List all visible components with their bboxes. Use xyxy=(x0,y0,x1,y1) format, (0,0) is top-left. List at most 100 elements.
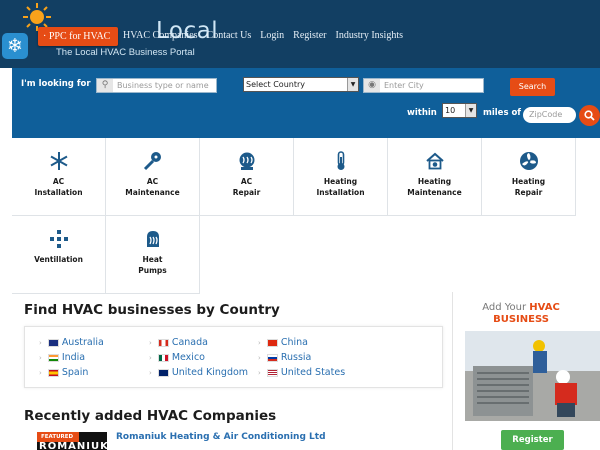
zipcode-input[interactable]: ZipCode xyxy=(523,107,576,123)
category-subtitle: Maintenance xyxy=(407,188,462,197)
category-subtitle: Repair xyxy=(232,188,261,197)
thermometer-icon xyxy=(337,151,344,170)
country-link-australia[interactable]: › Australia xyxy=(39,337,104,348)
country-name: Mexico xyxy=(171,352,205,363)
flag-russia-icon xyxy=(266,353,278,362)
flag-australia-icon xyxy=(47,338,59,347)
category-title: AC xyxy=(146,177,159,186)
business-search-input[interactable]: ⚲ Business type or name xyxy=(96,78,217,93)
flag-india-icon xyxy=(47,353,59,362)
category-title: AC xyxy=(52,177,65,186)
country-name: Canada xyxy=(171,337,208,348)
country-name: India xyxy=(61,352,86,363)
category-heating-maintenance[interactable]: Heating Maintenance xyxy=(388,138,482,216)
search-button[interactable]: Search xyxy=(510,78,555,96)
heat-pump-icon xyxy=(146,231,159,247)
within-label: within xyxy=(407,108,437,118)
wrench-fan-icon xyxy=(143,152,161,171)
flag-spain-icon xyxy=(47,368,59,377)
country-name: United States xyxy=(280,367,346,378)
snowflake-icon xyxy=(50,152,67,170)
category-title: AC xyxy=(240,177,253,186)
sidebar-divider xyxy=(452,292,453,450)
country-name: United Kingdom xyxy=(171,367,249,378)
bullet-icon: › xyxy=(39,353,42,362)
search-panel: I'm looking for ⚲ Business type or name … xyxy=(12,68,600,138)
country-link-united-kingdom[interactable]: › United Kingdom xyxy=(149,367,248,378)
category-title: Heating xyxy=(323,177,358,186)
country-name: Russia xyxy=(280,352,312,363)
category-heating-repair[interactable]: Heating Repair xyxy=(482,138,576,216)
category-subtitle: Repair xyxy=(514,188,543,197)
zip-search-button[interactable] xyxy=(579,105,600,126)
category-title: Heat xyxy=(142,255,163,264)
category-title: Heating xyxy=(417,177,452,186)
city-placeholder: Enter City xyxy=(384,81,424,90)
technician-photo xyxy=(465,331,600,421)
search-icon: ⚲ xyxy=(97,79,113,92)
category-title: Heating xyxy=(511,177,546,186)
snowflake-logo-icon: ❄ xyxy=(2,33,28,59)
featured-logo-text: ROMANIUK xyxy=(39,441,107,450)
radius-select[interactable]: 10 ▼ xyxy=(442,103,477,118)
ppc-banner[interactable]: · PPC for HVAC xyxy=(38,27,118,46)
category-heating-installation[interactable]: Heating Installation xyxy=(294,138,388,216)
nav-register[interactable]: Register xyxy=(293,30,326,41)
bullet-icon: › xyxy=(149,338,152,347)
country-link-canada[interactable]: › Canada xyxy=(149,337,208,348)
category-ac-installation[interactable]: AC Installation xyxy=(12,138,106,216)
technician-illustration xyxy=(465,331,600,421)
category-heat-pumps[interactable]: Heat Pumps xyxy=(106,216,200,294)
bullet-icon: › xyxy=(149,368,152,377)
flag-canada-icon xyxy=(157,338,169,347)
country-link-spain[interactable]: › Spain xyxy=(39,367,88,378)
country-link-russia[interactable]: › Russia xyxy=(258,352,311,363)
country-list: › Australia › Canada › China › India › M… xyxy=(24,326,443,388)
ac-unit-icon xyxy=(239,152,254,170)
country-select-value: Select Country xyxy=(246,80,306,89)
flag-uk-icon xyxy=(157,368,169,377)
add-accent-business: BUSINESS xyxy=(493,314,549,325)
category-ac-maintenance[interactable]: AC Maintenance xyxy=(106,138,200,216)
country-link-china[interactable]: › China xyxy=(258,337,308,348)
register-button[interactable]: Register xyxy=(501,430,564,450)
site-header: ❄ Local The Local HVAC Business Portal ·… xyxy=(0,0,600,68)
nav-hvac-companies[interactable]: HVAC Companies xyxy=(123,30,198,41)
country-link-mexico[interactable]: › Mexico xyxy=(149,352,205,363)
category-ac-repair[interactable]: AC Repair xyxy=(200,138,294,216)
add-prefix: Add Your xyxy=(482,302,527,313)
category-subtitle: Maintenance xyxy=(125,188,180,197)
company-link[interactable]: Romaniuk Heating & Air Conditioning Ltd xyxy=(116,432,326,442)
nav-login[interactable]: Login xyxy=(260,30,284,41)
logo-tagline: The Local HVAC Business Portal xyxy=(56,47,195,58)
search-icon xyxy=(584,110,595,121)
bullet-icon: › xyxy=(149,353,152,362)
nav-contact-us[interactable]: Contact Us xyxy=(207,30,252,41)
miles-of-label: miles of xyxy=(483,108,522,118)
flag-mexico-icon xyxy=(157,353,169,362)
add-business-heading: Add Your HVAC BUSINESS xyxy=(462,302,580,326)
bullet-icon: › xyxy=(258,353,261,362)
recent-section-title: Recently added HVAC Companies xyxy=(24,408,277,424)
country-name: China xyxy=(280,337,308,348)
country-link-india[interactable]: › India xyxy=(39,352,85,363)
chevron-down-icon: ▼ xyxy=(347,78,358,91)
city-input[interactable]: ◉ Enter City xyxy=(363,78,484,93)
category-subtitle: Installation xyxy=(316,188,365,197)
business-search-placeholder: Business type or name xyxy=(117,81,209,90)
bullet-icon: › xyxy=(39,338,42,347)
radius-value: 10 xyxy=(445,106,456,115)
country-select[interactable]: Select Country ▼ xyxy=(243,77,359,92)
map-pin-icon: ◉ xyxy=(364,79,380,92)
vent-icon xyxy=(49,230,68,248)
nav-industry-insights[interactable]: Industry Insights xyxy=(335,30,403,41)
category-ventillation[interactable]: Ventillation xyxy=(12,216,106,294)
country-link-united-states[interactable]: › United States xyxy=(258,367,345,378)
main-nav: HVAC Companies Contact Us Login Register… xyxy=(123,30,403,41)
featured-company-logo[interactable]: FEATURED ROMANIUK xyxy=(37,432,107,450)
house-heat-icon xyxy=(425,152,444,170)
add-accent-hvac: HVAC xyxy=(529,302,560,313)
looking-for-label: I'm looking for xyxy=(21,79,91,89)
bullet-icon: › xyxy=(258,338,261,347)
flag-china-icon xyxy=(266,338,278,347)
